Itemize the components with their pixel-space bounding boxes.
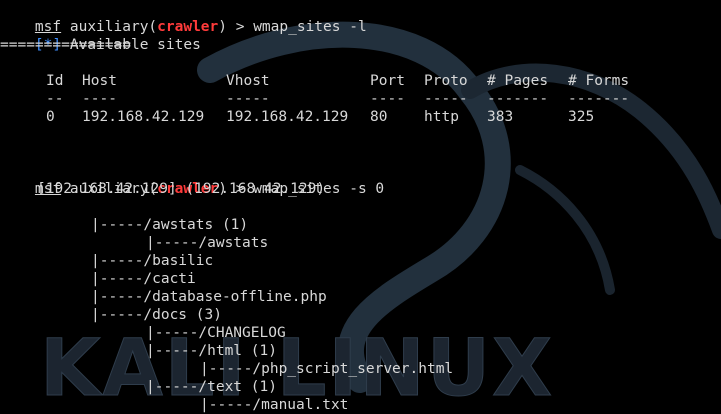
- column-header: # Pages: [487, 73, 549, 89]
- tree-line: |-----/php_script_server.html: [200, 361, 454, 377]
- column-underline: ----: [82, 91, 117, 107]
- table-row: 0 192.168.42.129 192.168.42.129 80 http …: [0, 108, 721, 126]
- site-id: 0: [46, 109, 55, 125]
- tree-line: |-----/CHANGELOG: [146, 325, 286, 341]
- terminal-window[interactable]: KALI LINUX msf auxiliary(crawler) > wmap…: [0, 0, 721, 414]
- column-underline: -------: [568, 91, 630, 107]
- tree-line: |-----/awstats (1): [91, 217, 249, 233]
- column-header: Proto: [424, 73, 468, 89]
- column-underline: -----: [226, 91, 270, 107]
- column-header: # Forms: [568, 73, 630, 89]
- prompt-suffix: ) >: [218, 19, 254, 35]
- table-header: Id Host Vhost Port Proto # Pages # Forms: [0, 72, 721, 90]
- column-header: Vhost: [226, 73, 270, 89]
- tree-line: |-----/cacti: [91, 271, 196, 287]
- column-header: Host: [82, 73, 117, 89]
- sites-separator: ===============: [0, 37, 131, 53]
- tree-line: |-----/awstats: [146, 235, 269, 251]
- tree-header: [192.168.42.129] (192.168.42.129): [37, 181, 326, 197]
- command-text: wmap_sites -l: [253, 19, 367, 35]
- column-underline: ----: [370, 91, 405, 107]
- available-sites-heading: [*] Available sites: [0, 18, 201, 53]
- column-underline: -------: [487, 91, 549, 107]
- prompt-line-1: msf auxiliary(crawler) > wmap_sites -l: [0, 0, 367, 35]
- site-host: 192.168.42.129: [82, 109, 205, 125]
- column-underline: -----: [424, 91, 468, 107]
- site-proto: http: [424, 109, 459, 125]
- tree-line: |-----/database-offline.php: [91, 289, 327, 305]
- tree-line: |-----/text (1): [146, 379, 277, 395]
- site-pages: 383: [487, 109, 514, 125]
- column-header: Id: [46, 73, 64, 89]
- site-port: 80: [370, 109, 388, 125]
- tree-line: |-----/manual.txt: [200, 397, 349, 413]
- column-underline: --: [46, 91, 64, 107]
- tree-line: |-----/docs (3): [91, 307, 222, 323]
- tree-line: |-----/basilic: [91, 253, 214, 269]
- site-forms: 325: [568, 109, 595, 125]
- prompt-line-2: msf auxiliary(crawler) > wmap_sites -s 0: [0, 162, 384, 197]
- site-vhost: 192.168.42.129: [226, 109, 349, 125]
- column-header: Port: [370, 73, 405, 89]
- tree-line: |-----/html (1): [146, 343, 277, 359]
- table-underline: -- ---- ----- ---- ----- ------- -------: [0, 90, 721, 108]
